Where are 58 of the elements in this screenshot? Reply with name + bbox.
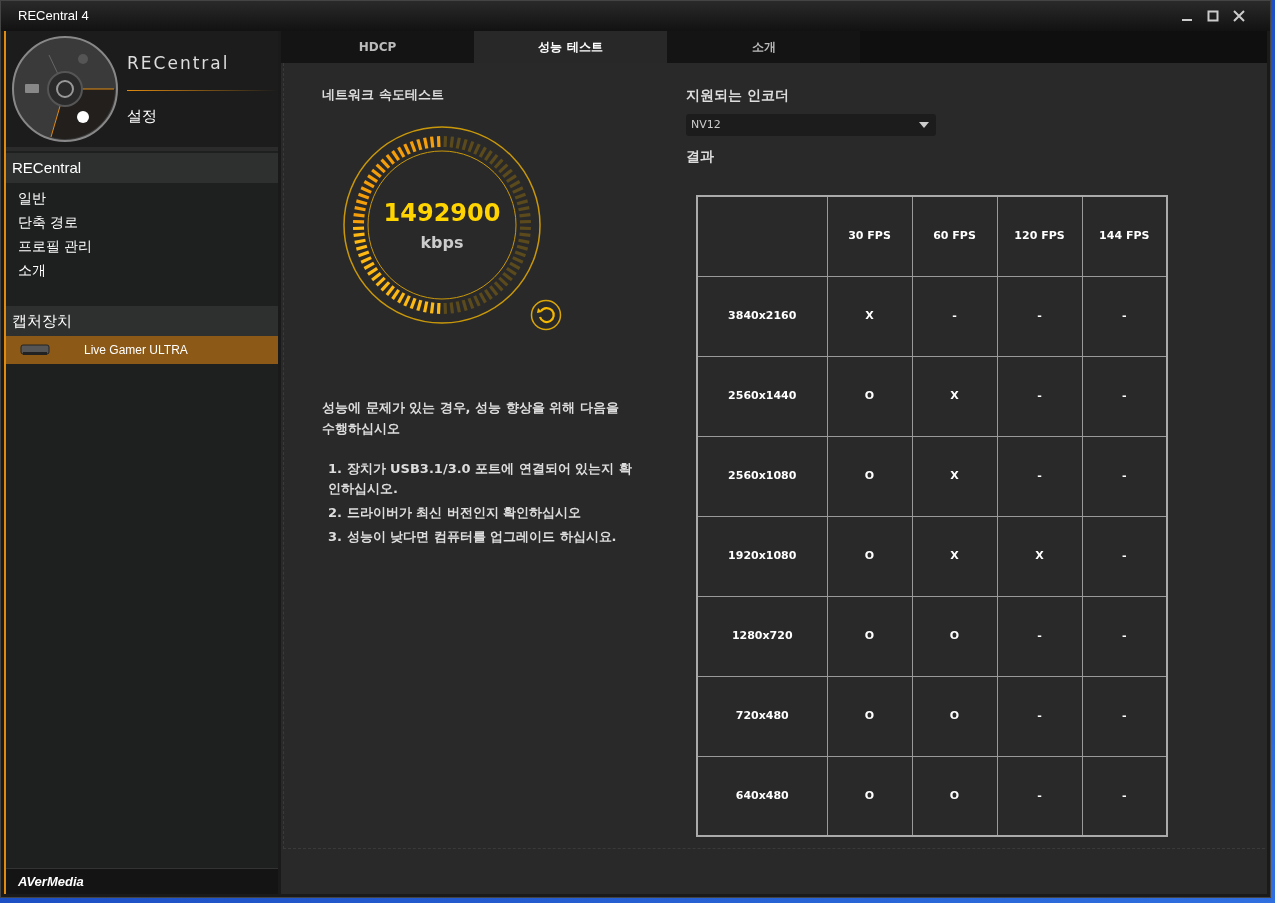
sidebar-item[interactable]: 단축 경로 (6, 210, 278, 234)
column-header: 120 FPS (997, 196, 1082, 276)
table-cell: - (997, 436, 1082, 516)
table-cell: O (827, 436, 912, 516)
table-cell: O (912, 676, 997, 756)
encoder-label: 지원되는 인코더 (686, 86, 790, 105)
sidebar-item[interactable]: 소개 (6, 258, 278, 282)
table-cell: O (827, 356, 912, 436)
app-logo: RECentral (127, 51, 231, 75)
tip-step: 1. 장치가 USB3.1/3.0 포트에 연결되어 있는지 확인하십시오. (328, 458, 640, 499)
tip-step: 2. 드라이버가 최신 버전인지 확인하십시오 (328, 502, 640, 523)
tip-step: 3. 성능이 낮다면 컴퓨터를 업그레이드 하십시요. (328, 526, 640, 547)
table-cell: - (997, 276, 1082, 356)
sidebar-item[interactable]: 일반 (6, 186, 278, 210)
table-cell: - (997, 596, 1082, 676)
retry-icon[interactable] (530, 298, 562, 331)
speed-value: 1492900 (383, 197, 501, 229)
speed-unit: kbps (420, 231, 464, 254)
table-cell: - (912, 276, 997, 356)
resolution-cell: 3840x2160 (697, 276, 827, 356)
table-cell: O (827, 516, 912, 596)
resolution-cell: 2560x1440 (697, 356, 827, 436)
table-cell: X (912, 516, 997, 596)
tab[interactable]: 소개 (667, 31, 860, 63)
menu-wheel-drawing[interactable] (11, 35, 119, 143)
table-cell: O (827, 596, 912, 676)
resolution-cell: 1280x720 (697, 596, 827, 676)
encoder-dropdown[interactable]: NV12 (686, 114, 936, 136)
brand-logo: AVerMedia (18, 872, 84, 891)
close-icon[interactable] (1233, 10, 1245, 22)
table-cell: O (912, 596, 997, 676)
window-title: RECentral 4 (18, 7, 89, 26)
resolution-cell: 720x480 (697, 676, 827, 756)
tips-intro: 성능에 문제가 있는 경우, 성능 향상을 위해 다음을 수행하십시오 (322, 398, 620, 438)
resolution-cell: 2560x1080 (697, 436, 827, 516)
device-item[interactable]: Live Gamer ULTRA (6, 336, 278, 364)
column-header: 60 FPS (912, 196, 997, 276)
maximize-icon[interactable] (1207, 10, 1219, 22)
table-cell: X (997, 516, 1082, 596)
section-header: RECentral (6, 153, 278, 183)
table-cell: - (997, 356, 1082, 436)
column-header: 30 FPS (827, 196, 912, 276)
caret-icon (919, 122, 929, 128)
table-cell: O (827, 676, 912, 756)
table-cell: X (912, 356, 997, 436)
results-title: 결과 (686, 147, 715, 166)
section-title: 네트워크 속도테스트 (322, 86, 445, 104)
sidebar-item[interactable]: 프로필 관리 (6, 234, 278, 258)
resolution-cell: 1920x1080 (697, 516, 827, 596)
current-page-label: 설정 (127, 106, 158, 127)
device-name: Live Gamer ULTRA (84, 342, 188, 359)
table-cell: X (912, 436, 997, 516)
table-cell: X (827, 276, 912, 356)
tab[interactable]: HDCP (281, 31, 474, 63)
table-cell: - (997, 676, 1082, 756)
capture-device-icon (20, 344, 50, 356)
tab[interactable]: 성능 테스트 (474, 31, 667, 63)
section-header: 캡처장치 (6, 306, 278, 336)
